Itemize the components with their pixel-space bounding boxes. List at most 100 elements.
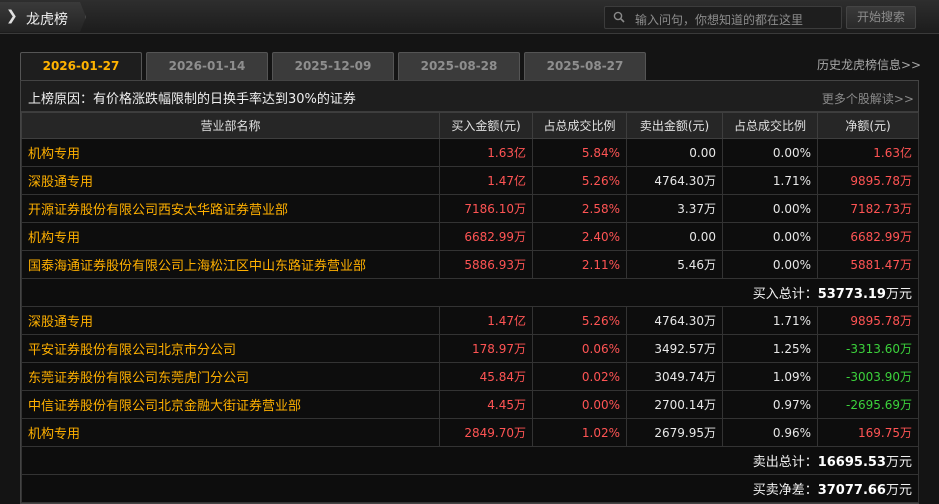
col-header-name: 营业部名称 [21, 112, 440, 139]
table-row[interactable]: 机构专用 1.63亿 5.84% 0.00 0.00% 1.63亿 [21, 138, 919, 167]
more-analysis-link[interactable]: 更多个股解读>> [822, 90, 914, 107]
net-amount: 5881.47万 [817, 250, 919, 279]
buy-total-row-unit: 万元 [885, 287, 912, 302]
history-link[interactable]: 历史龙虎榜信息>> [817, 56, 921, 73]
col-header-buy: 买入金额(元) [439, 112, 533, 139]
sell-amount: 0.00 [626, 222, 723, 251]
buy-ratio: 5.26% [532, 166, 627, 195]
reason-text: 上榜原因：有价格涨跌幅限制的日换手率达到30%的证券 [28, 88, 356, 107]
module-title-tab[interactable]: ❯ 龙虎榜 [0, 2, 86, 32]
sell-amount: 3492.57万 [626, 334, 723, 363]
col-header-sell-pct: 占总成交比例 [722, 112, 818, 139]
broker-name[interactable]: 机构专用 [21, 222, 440, 251]
sell-ratio: 0.00% [722, 138, 818, 167]
table-row[interactable]: 平安证券股份有限公司北京市分公司 178.97万 0.06% 3492.57万 1.25… [21, 334, 919, 363]
buy-total-row-label: 买入总计： [752, 287, 818, 302]
net-amount: -2695.69万 [817, 390, 919, 419]
buy-ratio: 0.00% [532, 390, 627, 419]
sell-total-row-cell: 卖出总计：16695.53万元 [21, 446, 919, 475]
sell-amount: 3049.74万 [626, 362, 723, 391]
broker-name[interactable]: 机构专用 [21, 138, 440, 167]
buy-amount: 1.63亿 [439, 138, 533, 167]
buy-ratio: 2.40% [532, 222, 627, 251]
top-bar: ❯ 龙虎榜 输入问句，你想知道的都在这里 开始搜索 [0, 0, 939, 34]
buy-total-row-value: 53773.19 [817, 287, 886, 302]
search-button[interactable]: 开始搜索 [846, 6, 916, 29]
col-header-sell: 卖出金额(元) [626, 112, 723, 139]
sell-ratio: 1.09% [722, 362, 818, 391]
date-tab-4[interactable]: 2025-08-28 [398, 52, 520, 80]
sell-ratio: 0.97% [722, 390, 818, 419]
sell-ratio: 1.71% [722, 166, 818, 195]
buy-ratio: 0.02% [532, 362, 627, 391]
buy-ratio: 0.06% [532, 334, 627, 363]
sell-total-row-value: 16695.53 [817, 455, 886, 470]
net-amount: 9895.78万 [817, 306, 919, 335]
net-total-row-label: 买卖净差： [752, 483, 818, 498]
buy-total-row-cell: 买入总计：53773.19万元 [21, 278, 919, 307]
sell-ratio: 0.00% [722, 194, 818, 223]
broker-name[interactable]: 深股通专用 [21, 166, 440, 195]
net-total-row-unit: 万元 [885, 483, 912, 498]
date-tab-5[interactable]: 2025-08-27 [524, 52, 646, 80]
sell-amount: 4764.30万 [626, 306, 723, 335]
table-row[interactable]: 东莞证券股份有限公司东莞虎门分公司 45.84万 0.02% 3049.74万 1.09… [21, 362, 919, 391]
search-input[interactable]: 输入问句，你想知道的都在这里 [604, 6, 842, 29]
sell-total-row-unit: 万元 [885, 455, 912, 470]
date-tab-1[interactable]: 2026-01-27 [20, 52, 142, 81]
sell-total-row-label: 卖出总计： [752, 455, 818, 470]
reason-row: 上榜原因：有价格涨跌幅限制的日换手率达到30%的证券 更多个股解读>> [21, 81, 918, 112]
sell-ratio: 1.25% [722, 334, 818, 363]
sell-ratio: 0.00% [722, 222, 818, 251]
chevron-right-icon: ❯ [6, 8, 18, 24]
net-amount: -3003.90万 [817, 362, 919, 391]
table-row[interactable]: 机构专用 2849.70万 1.02% 2679.95万 0.96% 169.75万 [21, 418, 919, 447]
table-row[interactable]: 中信证券股份有限公司北京金融大街证券营业部 4.45万 0.00% 2700.14万 0… [21, 390, 919, 419]
buy-amount: 6682.99万 [439, 222, 533, 251]
sell-amount: 0.00 [626, 138, 723, 167]
buy-ratio: 1.02% [532, 418, 627, 447]
date-tab-3[interactable]: 2025-12-09 [272, 52, 394, 80]
buy-ratio: 2.11% [532, 250, 627, 279]
table-row[interactable]: 国泰海通证券股份有限公司上海松江区中山东路证券营业部 5886.93万 2.11% 5… [21, 250, 919, 279]
buy-amount: 7186.10万 [439, 194, 533, 223]
net-total-row-value: 37077.66 [817, 483, 886, 498]
buy-amount: 2849.70万 [439, 418, 533, 447]
broker-name[interactable]: 东莞证券股份有限公司东莞虎门分公司 [21, 362, 440, 391]
buy-total-row: 买入总计：53773.19万元 [21, 278, 919, 307]
module-title: 龙虎榜 [26, 12, 68, 28]
buy-amount: 4.45万 [439, 390, 533, 419]
net-amount: 7182.73万 [817, 194, 919, 223]
table-row[interactable]: 深股通专用 1.47亿 5.26% 4764.30万 1.71% 9895.78万 [21, 306, 919, 335]
net-amount: 1.63亿 [817, 138, 919, 167]
buy-amount: 1.47亿 [439, 166, 533, 195]
sell-amount: 2700.14万 [626, 390, 723, 419]
sell-ratio: 0.00% [722, 250, 818, 279]
broker-table: 营业部名称 买入金额(元) 占总成交比例 卖出金额(元) 占总成交比例 净额(元… [21, 112, 919, 503]
broker-name[interactable]: 开源证券股份有限公司西安太华路证券营业部 [21, 194, 440, 223]
broker-name[interactable]: 国泰海通证券股份有限公司上海松江区中山东路证券营业部 [21, 250, 440, 279]
dragon-tiger-panel: 上榜原因：有价格涨跌幅限制的日换手率达到30%的证券 更多个股解读>> 营业部名… [20, 80, 919, 504]
net-amount: 6682.99万 [817, 222, 919, 251]
table-row[interactable]: 深股通专用 1.47亿 5.26% 4764.30万 1.71% 9895.78万 [21, 166, 919, 195]
buy-ratio: 5.84% [532, 138, 627, 167]
table-row[interactable]: 机构专用 6682.99万 2.40% 0.00 0.00% 6682.99万 [21, 222, 919, 251]
broker-name[interactable]: 平安证券股份有限公司北京市分公司 [21, 334, 440, 363]
table-row[interactable]: 开源证券股份有限公司西安太华路证券营业部 7186.10万 2.58% 3.37万 0.… [21, 194, 919, 223]
buy-ratio: 2.58% [532, 194, 627, 223]
broker-name[interactable]: 中信证券股份有限公司北京金融大街证券营业部 [21, 390, 440, 419]
net-amount: -3313.60万 [817, 334, 919, 363]
col-header-net: 净额(元) [817, 112, 919, 139]
search-icon [613, 11, 625, 23]
search-placeholder: 输入问句，你想知道的都在这里 [635, 13, 804, 27]
net-total-row-cell: 买卖净差：37077.66万元 [21, 474, 919, 503]
sell-ratio: 0.96% [722, 418, 818, 447]
date-tab-2[interactable]: 2026-01-14 [146, 52, 268, 80]
buy-amount: 5886.93万 [439, 250, 533, 279]
buy-ratio: 5.26% [532, 306, 627, 335]
broker-name[interactable]: 深股通专用 [21, 306, 440, 335]
net-total-row: 买卖净差：37077.66万元 [21, 474, 919, 503]
broker-name[interactable]: 机构专用 [21, 418, 440, 447]
net-amount: 169.75万 [817, 418, 919, 447]
net-amount: 9895.78万 [817, 166, 919, 195]
